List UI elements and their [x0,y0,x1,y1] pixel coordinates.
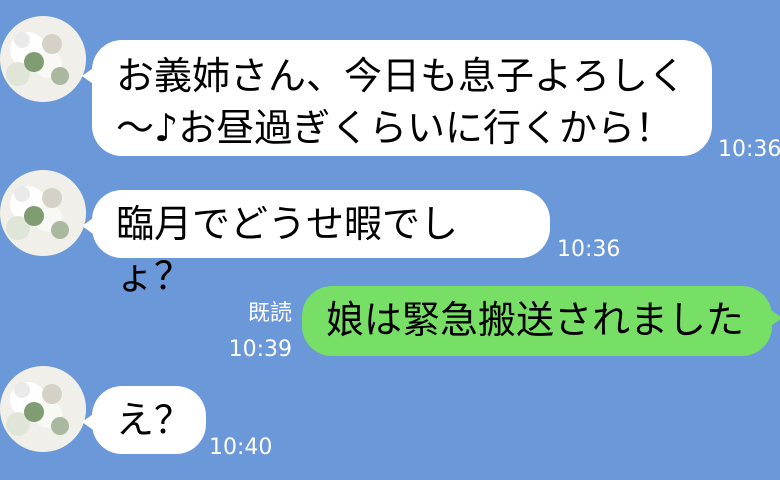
incoming-message-bubble[interactable]: 臨月でどうせ暇でしょ？ [82,190,550,298]
avatar[interactable] [0,366,86,452]
message-timestamp: 10:39 [228,337,292,362]
incoming-message-bubble[interactable]: お義姉さん、今日も息子よろしく 〜♪お昼過ぎくらいに行くから！ [82,40,712,156]
outgoing-message-bubble[interactable]: 娘は緊急搬送されました [302,286,780,356]
flower-bouquet-icon [0,170,86,256]
message-timestamp: 10:36 [557,237,621,262]
chat-thread: お義姉さん、今日も息子よろしく 〜♪お昼過ぎくらいに行くから！ 10:36 臨月… [0,0,780,480]
avatar[interactable] [0,170,86,256]
read-receipt: 既読 [247,301,292,326]
message-timestamp: 10:40 [209,435,273,460]
incoming-message-bubble[interactable]: え？ [82,386,206,454]
message-timestamp: 10:36 [718,137,780,162]
flower-bouquet-icon [0,16,86,102]
avatar[interactable] [0,16,86,102]
flower-bouquet-icon [0,366,86,452]
